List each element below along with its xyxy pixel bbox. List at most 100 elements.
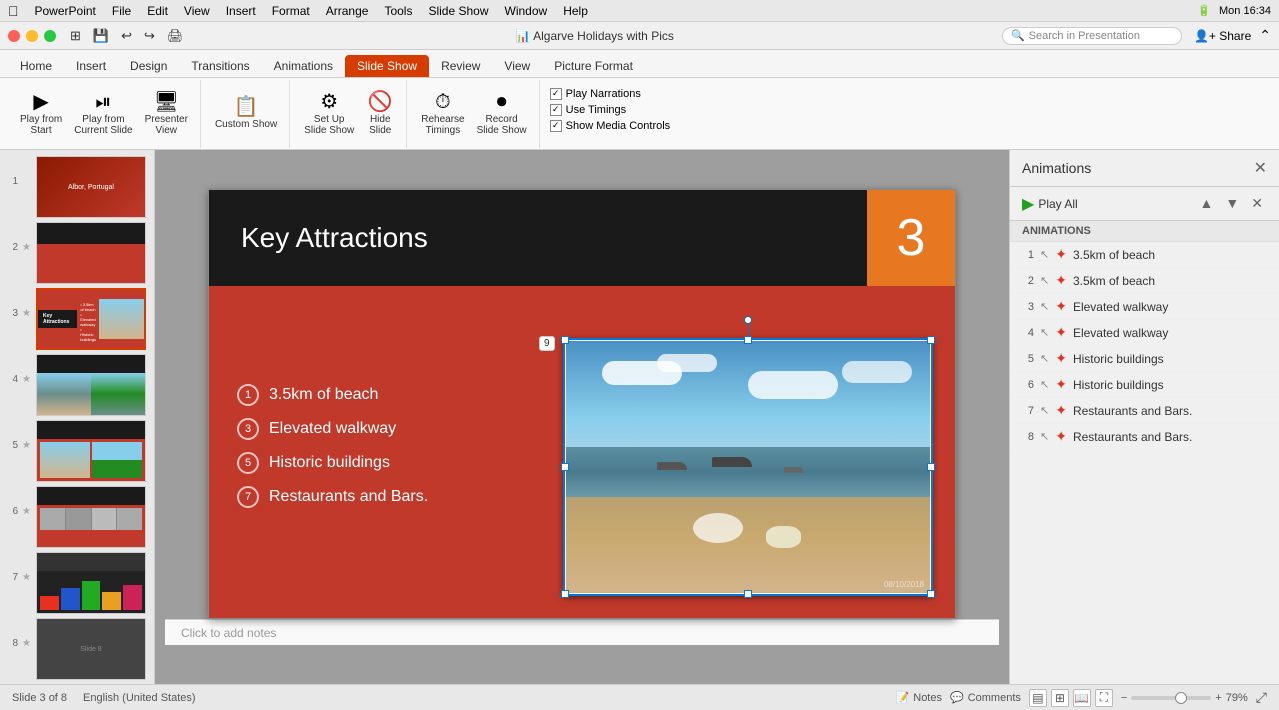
anim-num-6: 6 xyxy=(1018,379,1034,391)
move-down-icon[interactable]: ▼ xyxy=(1221,193,1243,214)
fullscreen-icon[interactable]: ⛶ xyxy=(1095,689,1113,707)
tab-animations[interactable]: Animations xyxy=(262,55,345,77)
search-box[interactable]: 🔍 Search in Presentation xyxy=(1002,27,1182,45)
animation-row-3[interactable]: 3 ↖ ✦ Elevated walkway xyxy=(1010,294,1279,320)
slide-item-7[interactable]: 7 ★ xyxy=(0,550,154,616)
tab-insert[interactable]: Insert xyxy=(64,55,118,77)
use-timings-label: Use Timings xyxy=(566,104,627,116)
slide-sorter-icon[interactable]: ⊞ xyxy=(1051,689,1069,707)
play-narrations-checkbox[interactable]: ✓ Play Narrations xyxy=(550,88,671,100)
share-button[interactable]: 👤+ Share xyxy=(1194,29,1251,43)
tab-review[interactable]: Review xyxy=(429,55,492,77)
rehearse-button[interactable]: ⏱ RehearseTimings xyxy=(417,90,468,138)
animation-row-1[interactable]: 1 ↖ ✦ 3.5km of beach xyxy=(1010,242,1279,268)
tab-view[interactable]: View xyxy=(492,55,542,77)
notes-input-area[interactable]: Click to add notes xyxy=(165,619,999,645)
play-from-start-button[interactable]: ▶ Play fromStart xyxy=(16,90,66,138)
anim-mouse-3: ↖ xyxy=(1040,300,1049,313)
slide-item-1[interactable]: 1 Albor, Portugal xyxy=(0,154,154,220)
zoom-slider[interactable] xyxy=(1131,696,1211,700)
expand-icon[interactable]: ⌃ xyxy=(1259,27,1271,44)
presenter-view-button[interactable]: 🖥 PresenterView xyxy=(141,90,192,138)
tab-picture-format[interactable]: Picture Format xyxy=(542,55,645,77)
rehearse-icon: ⏱ xyxy=(435,92,451,112)
hide-slide-button[interactable]: 🚫 HideSlide xyxy=(362,90,398,138)
slide-thumb-3: Key Attractions • 3.5km of beach • Eleva… xyxy=(38,290,144,348)
animation-row-8[interactable]: 8 ↖ ✦ Restaurants and Bars. xyxy=(1010,424,1279,450)
animation-row-4[interactable]: 4 ↖ ✦ Elevated walkway xyxy=(1010,320,1279,346)
rotate-handle[interactable] xyxy=(744,316,752,336)
slide-item-2[interactable]: 2 ★ xyxy=(0,220,154,286)
slide-item-4[interactable]: 4 ★ xyxy=(0,352,154,418)
slide-thumb-wrap-3: Key Attractions • 3.5km of beach • Eleva… xyxy=(36,288,146,350)
animation-row-5[interactable]: 5 ↖ ✦ Historic buildings xyxy=(1010,346,1279,372)
print-icon[interactable]: 🖨 xyxy=(163,26,188,46)
menu-help[interactable]: Help xyxy=(563,4,588,18)
notes-toggle-button[interactable]: 📝 Notes xyxy=(896,691,942,704)
tab-transitions[interactable]: Transitions xyxy=(179,55,261,77)
tab-slideshow[interactable]: Slide Show xyxy=(345,55,429,77)
record-button[interactable]: ⏺ RecordSlide Show xyxy=(473,90,531,138)
menu-slideshow[interactable]: Slide Show xyxy=(428,4,488,18)
menu-file[interactable]: File xyxy=(112,4,131,18)
menu-window[interactable]: Window xyxy=(505,4,548,18)
menu-tools[interactable]: Tools xyxy=(384,4,412,18)
slide-title: Key Attractions xyxy=(209,222,867,254)
anim-label-4: Elevated walkway xyxy=(1073,326,1168,340)
zoom-thumb[interactable] xyxy=(1175,692,1187,704)
anim-star-1: ✦ xyxy=(1055,246,1067,263)
zoom-in-icon[interactable]: + xyxy=(1215,692,1221,704)
bullet-text-3: Historic buildings xyxy=(269,454,390,472)
use-timings-checkbox[interactable]: ✓ Use Timings xyxy=(550,104,671,116)
undo-icon[interactable]: ↩ xyxy=(117,26,136,46)
show-media-controls-checkbox[interactable]: ✓ Show Media Controls xyxy=(550,120,671,132)
remove-animation-icon[interactable]: ✕ xyxy=(1247,193,1267,214)
fit-to-window-icon[interactable]: ⤢ xyxy=(1256,689,1267,706)
close-button[interactable] xyxy=(8,30,20,42)
comments-toggle-button[interactable]: 💬 Comments xyxy=(950,691,1021,704)
animation-row-7[interactable]: 7 ↖ ✦ Restaurants and Bars. xyxy=(1010,398,1279,424)
move-up-icon[interactable]: ▲ xyxy=(1196,193,1218,214)
save-icon[interactable]: 💾 xyxy=(89,26,113,46)
custom-show-button[interactable]: 📋 Custom Show xyxy=(211,95,281,132)
menu-format[interactable]: Format xyxy=(272,4,310,18)
slide-number-badge: 3 xyxy=(867,190,955,286)
play-all-button[interactable]: ▶ Play All xyxy=(1022,194,1078,214)
anim-num-2: 2 xyxy=(1018,275,1034,287)
apple-menu[interactable]:  xyxy=(8,3,19,19)
panel-close-button[interactable]: ✕ xyxy=(1254,158,1267,178)
slide-num-8: 8 xyxy=(4,618,18,670)
fullscreen-button[interactable] xyxy=(44,30,56,42)
redo-icon[interactable]: ↪ xyxy=(140,26,159,46)
slide-num-6: 6 xyxy=(4,486,18,538)
menu-edit[interactable]: Edit xyxy=(147,4,168,18)
sidebar-toggle-icon[interactable]: ⊞ xyxy=(66,26,85,46)
bullet-text-4: Restaurants and Bars. xyxy=(269,488,428,506)
slide-item-5[interactable]: 5 ★ xyxy=(0,418,154,484)
slide-thumb-6 xyxy=(37,487,145,547)
menu-powerpoint[interactable]: PowerPoint xyxy=(35,4,96,18)
animation-row-2[interactable]: 2 ↖ ✦ 3.5km of beach xyxy=(1010,268,1279,294)
menu-insert[interactable]: Insert xyxy=(226,4,256,18)
zoom-out-icon[interactable]: − xyxy=(1121,692,1127,704)
slide-item-8[interactable]: 8 ★ Slide 8 xyxy=(0,616,154,682)
anim-label-5: Historic buildings xyxy=(1073,352,1164,366)
tab-design[interactable]: Design xyxy=(118,55,179,77)
setup-slideshow-button[interactable]: ⚙ Set UpSlide Show xyxy=(300,90,358,138)
minimize-button[interactable] xyxy=(26,30,38,42)
animation-row-6[interactable]: 6 ↖ ✦ Historic buildings xyxy=(1010,372,1279,398)
menu-arrange[interactable]: Arrange xyxy=(326,4,369,18)
image-container[interactable]: 9 xyxy=(563,338,933,596)
slide-canvas[interactable]: Key Attractions 3 1 3.5km of beach 3 Ele… xyxy=(208,189,956,619)
anim-star-8: ✦ xyxy=(1055,428,1067,445)
document-title: 📊 Algarve Holidays with Pics xyxy=(187,29,1002,43)
slide-item-6[interactable]: 6 ★ xyxy=(0,484,154,550)
play-from-current-button[interactable]: ⏯ Play fromCurrent Slide xyxy=(70,90,136,138)
menu-view[interactable]: View xyxy=(184,4,210,18)
titlebar: ⊞ 💾 ↩ ↪ 🖨 📊 Algarve Holidays with Pics 🔍… xyxy=(0,22,1279,50)
normal-view-icon[interactable]: ▤ xyxy=(1029,689,1047,707)
slide-item-3[interactable]: 3 ★ Key Attractions • 3.5km of beach • E… xyxy=(0,286,154,352)
boat-1 xyxy=(657,462,687,470)
reading-view-icon[interactable]: 📖 xyxy=(1073,689,1091,707)
tab-home[interactable]: Home xyxy=(8,55,64,77)
